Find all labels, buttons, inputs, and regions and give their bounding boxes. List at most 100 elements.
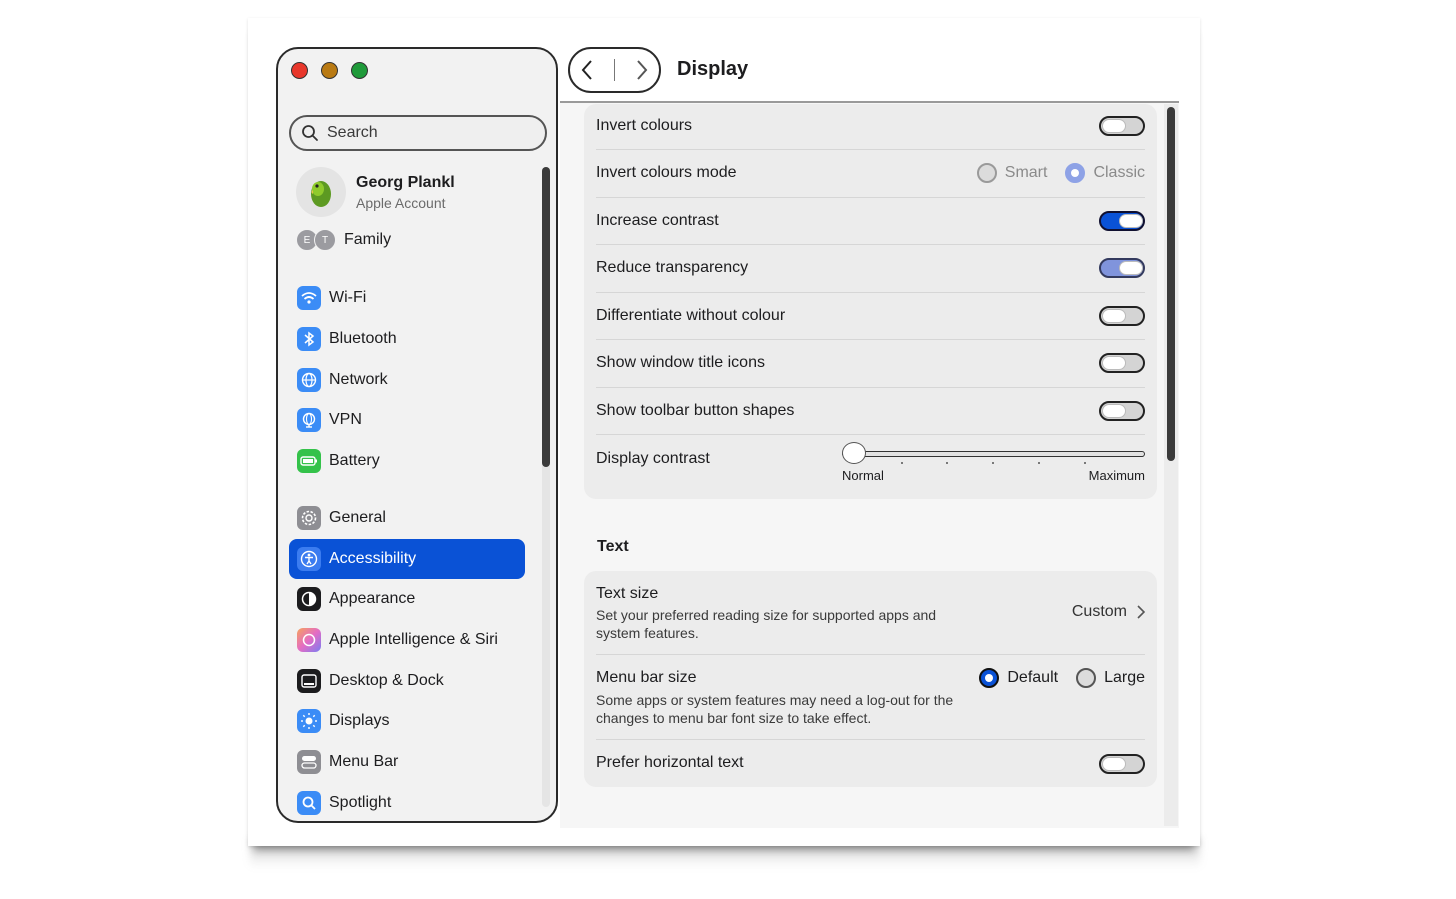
zoom-window-button[interactable] <box>351 62 368 79</box>
back-chevron-icon[interactable] <box>580 59 594 81</box>
sidebar-item-bluetooth[interactable]: Bluetooth <box>289 319 525 359</box>
prefer-horizontal-row: Prefer horizontal text <box>596 740 1145 787</box>
text-size-description: Set your preferred reading size for supp… <box>596 607 937 641</box>
sidebar-item-label: Appearance <box>329 590 416 607</box>
display-settings-group: Invert colours Invert colours mode Smart… <box>584 104 1157 499</box>
menubar-icon <box>297 750 321 774</box>
battery-icon <box>297 449 321 473</box>
navigation-buttons <box>568 47 661 93</box>
minimize-window-button[interactable] <box>321 62 338 79</box>
page-title: Display <box>677 58 749 80</box>
avatar <box>296 167 346 217</box>
invert-mode-smart-radio[interactable]: Smart <box>976 163 1048 183</box>
increase-contrast-label: Increase contrast <box>596 212 719 229</box>
window-title-icons-row: Show window title icons <box>596 340 1145 388</box>
menu-bar-size-label: Menu bar size <box>596 669 697 686</box>
sidebar: Search Georg Plankl Apple Account E T Fa… <box>276 47 558 823</box>
slider-tick <box>1038 462 1040 464</box>
sidebar-item-label: Spotlight <box>329 794 392 811</box>
slider-max-label: Maximum <box>1088 468 1145 483</box>
menu-bar-default-radio[interactable]: Default <box>979 668 1058 688</box>
sidebar-item-vpn[interactable]: VPN <box>289 400 525 440</box>
invert-mode-label: Invert colours mode <box>596 164 737 181</box>
radio-button[interactable] <box>979 668 1000 688</box>
apple-account[interactable]: Georg Plankl Apple Account <box>296 167 455 217</box>
wifi-icon <box>297 286 321 310</box>
increase-contrast-toggle[interactable] <box>1099 211 1145 231</box>
sidebar-item-spotlight[interactable]: Spotlight <box>289 783 525 821</box>
sidebar-scrollbar-thumb[interactable] <box>542 167 550 467</box>
search-field[interactable]: Search <box>289 115 547 151</box>
sidebar-scrollbar[interactable] <box>542 167 550 807</box>
radio-label: Smart <box>1004 164 1048 181</box>
window-title-icons-toggle[interactable] <box>1099 353 1145 373</box>
sidebar-item-label: Bluetooth <box>329 330 397 347</box>
slider-track[interactable] <box>842 451 1145 457</box>
slider-tick <box>901 462 903 464</box>
reduce-transparency-label: Reduce transparency <box>596 259 749 276</box>
appearance-icon <box>297 587 321 611</box>
slider-tick <box>946 462 948 464</box>
sidebar-item-wifi[interactable]: Wi-Fi <box>289 278 525 318</box>
sidebar-item-label: General <box>329 509 386 526</box>
slider-tick <box>1084 462 1086 464</box>
sidebar-item-desktop-dock[interactable]: Desktop & Dock <box>289 661 525 701</box>
invert-mode-classic-radio[interactable]: Classic <box>1065 163 1145 183</box>
prefer-horizontal-label: Prefer horizontal text <box>596 754 744 771</box>
display-contrast-slider[interactable]: Normal Maximum <box>842 442 1145 483</box>
sidebar-item-label: Battery <box>329 452 380 469</box>
prefer-horizontal-toggle[interactable] <box>1099 754 1145 774</box>
invert-colours-row: Invert colours <box>596 104 1145 150</box>
account-name: Georg Plankl <box>356 173 455 191</box>
radio-label: Default <box>1007 669 1059 686</box>
window-title-icons-label: Show window title icons <box>596 354 765 371</box>
differentiate-label: Differentiate without colour <box>596 307 786 324</box>
radio-button[interactable] <box>1076 668 1097 688</box>
radio-button[interactable] <box>1065 163 1086 183</box>
sidebar-item-network[interactable]: Network <box>289 360 525 400</box>
toolbar-divider <box>560 101 1179 103</box>
main-scrollbar[interactable] <box>1164 104 1178 826</box>
dock-icon <box>297 669 321 693</box>
sidebar-item-label: Desktop & Dock <box>329 672 444 689</box>
close-window-button[interactable] <box>291 62 308 79</box>
sidebar-item-label: Displays <box>329 712 390 729</box>
sidebar-item-general[interactable]: General <box>289 498 525 538</box>
reduce-transparency-toggle[interactable] <box>1099 258 1145 278</box>
text-size-value-label: Custom <box>1071 603 1127 620</box>
bluetooth-icon <box>297 327 321 351</box>
sidebar-item-label: Wi-Fi <box>329 289 367 306</box>
slider-knob[interactable] <box>842 442 866 464</box>
main-scrollbar-thumb[interactable] <box>1167 107 1175 461</box>
sidebar-item-displays[interactable]: Displays <box>289 701 525 741</box>
globe-icon <box>297 368 321 392</box>
vpn-globe-icon <box>297 408 321 432</box>
radio-button[interactable] <box>976 163 997 183</box>
sidebar-item-apple-intelligence[interactable]: Apple Intelligence & Siri <box>289 620 525 660</box>
toolbar-shapes-toggle[interactable] <box>1099 401 1145 421</box>
window-controls <box>291 62 368 79</box>
parrot-avatar-icon <box>311 181 331 207</box>
differentiate-row: Differentiate without colour <box>596 293 1145 340</box>
sidebar-item-battery[interactable]: Battery <box>289 441 525 481</box>
text-size-value[interactable]: Custom <box>1072 603 1145 621</box>
text-size-row[interactable]: Text size Set your preferred reading siz… <box>596 571 1145 655</box>
menu-bar-size-description: Some apps or system features may need a … <box>596 692 954 726</box>
sidebar-item-menu-bar[interactable]: Menu Bar <box>289 742 525 782</box>
family-item[interactable]: E T Family <box>296 229 391 251</box>
differentiate-toggle[interactable] <box>1099 306 1145 326</box>
sidebar-item-accessibility[interactable]: Accessibility <box>289 539 525 579</box>
forward-chevron-icon[interactable] <box>635 59 649 81</box>
sidebar-item-label: Menu Bar <box>329 753 399 770</box>
invert-colours-toggle[interactable] <box>1099 116 1145 136</box>
text-size-label: Text size <box>596 585 659 602</box>
menu-bar-size-row: Menu bar size Some apps or system featur… <box>596 655 1145 740</box>
gear-icon <box>297 506 321 530</box>
brightness-icon <box>297 709 321 733</box>
menu-bar-size-radio-group: Default Large <box>979 668 1145 688</box>
display-contrast-row: Display contrast Normal Maximum <box>596 435 1145 499</box>
sidebar-item-appearance[interactable]: Appearance <box>289 579 525 619</box>
menu-bar-large-radio[interactable]: Large <box>1076 668 1145 688</box>
display-contrast-label: Display contrast <box>596 450 710 467</box>
toolbar-shapes-row: Show toolbar button shapes <box>596 388 1145 435</box>
